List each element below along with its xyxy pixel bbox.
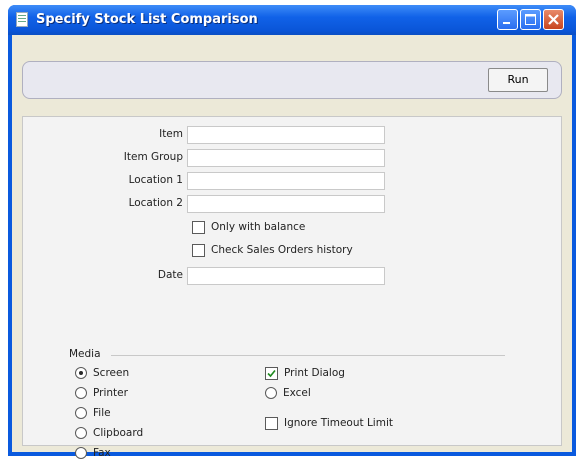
clipboard-label: Clipboard xyxy=(93,427,144,439)
only-with-balance-checkbox[interactable] xyxy=(192,220,205,234)
file-radio[interactable] xyxy=(75,407,87,419)
maximize-icon xyxy=(525,14,536,25)
excel-radio[interactable] xyxy=(265,387,277,399)
check-sales-orders-history-option[interactable]: Check Sales Orders history xyxy=(192,242,353,258)
media-divider xyxy=(111,355,505,356)
window-title: Specify Stock List Comparison xyxy=(36,12,258,27)
media-option-excel[interactable]: Excel xyxy=(265,385,311,401)
file-label: File xyxy=(93,407,111,419)
minimize-icon xyxy=(503,22,510,24)
minimize-button[interactable] xyxy=(497,9,518,30)
close-button[interactable] xyxy=(543,9,564,30)
checkmark-icon xyxy=(267,369,276,377)
run-button[interactable]: Run xyxy=(488,68,548,92)
only-with-balance-option[interactable]: Only with balance xyxy=(192,219,305,235)
fax-label: Fax xyxy=(93,447,111,459)
print-dialog-checkbox[interactable] xyxy=(265,366,278,380)
media-option-clipboard[interactable]: Clipboard xyxy=(75,425,143,441)
button-bar: Run xyxy=(22,61,562,99)
media-option-printer[interactable]: Printer xyxy=(75,385,128,401)
radio-selected-dot xyxy=(79,371,83,375)
specification-panel: Item Item Group Location 1 Location 2 On… xyxy=(22,116,562,459)
check-sales-orders-history-label: Check Sales Orders history xyxy=(211,244,353,256)
media-option-file[interactable]: File xyxy=(75,405,111,421)
date-field[interactable] xyxy=(187,267,385,285)
dialog-window: Specify Stock List Comparison Run Item I… xyxy=(8,5,576,459)
ignore-timeout-checkbox[interactable] xyxy=(265,416,278,430)
excel-label: Excel xyxy=(283,387,311,399)
ignore-timeout-option[interactable]: Ignore Timeout Limit xyxy=(265,415,393,431)
media-option-screen[interactable]: Screen xyxy=(75,365,129,381)
clipboard-radio[interactable] xyxy=(75,427,87,439)
location-2-field[interactable] xyxy=(187,195,385,213)
location-2-label: Location 2 xyxy=(128,197,183,209)
item-group-field[interactable] xyxy=(187,149,385,167)
date-label: Date xyxy=(157,269,183,281)
print-dialog-label: Print Dialog xyxy=(284,367,345,379)
location-1-field[interactable] xyxy=(187,172,385,190)
screen-radio[interactable] xyxy=(75,367,87,379)
printer-label: Printer xyxy=(93,387,128,399)
only-with-balance-label: Only with balance xyxy=(211,221,306,233)
close-icon xyxy=(548,14,559,25)
ignore-timeout-label: Ignore Timeout Limit xyxy=(284,417,393,429)
screen-label: Screen xyxy=(93,367,130,379)
dialog-client: Run Item Item Group Location 1 Location … xyxy=(12,35,572,459)
print-dialog-option[interactable]: Print Dialog xyxy=(265,365,345,381)
maximize-button[interactable] xyxy=(520,9,541,30)
item-group-label: Item Group xyxy=(123,151,183,163)
title-bar[interactable]: Specify Stock List Comparison xyxy=(8,5,576,35)
item-label: Item xyxy=(159,128,183,140)
item-field[interactable] xyxy=(187,126,385,144)
printer-radio[interactable] xyxy=(75,387,87,399)
fax-radio[interactable] xyxy=(75,447,87,459)
location-1-label: Location 1 xyxy=(128,174,183,186)
media-option-fax[interactable]: Fax xyxy=(75,445,111,461)
media-title: Media xyxy=(69,348,101,360)
app-icon xyxy=(16,12,28,27)
check-sales-orders-history-checkbox[interactable] xyxy=(192,243,205,257)
